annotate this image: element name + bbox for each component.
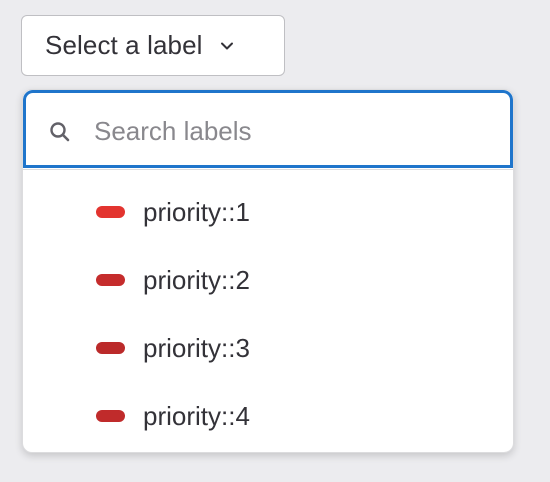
label-name: priority::1 [143, 196, 250, 227]
label-dropdown: priority::1 priority::2 priority::3 prio… [22, 89, 514, 453]
label-color-swatch [96, 274, 125, 286]
label-name: priority::2 [143, 264, 250, 295]
list-item[interactable]: priority::4 [23, 382, 513, 450]
label-name: priority::3 [143, 332, 250, 363]
divider [23, 169, 513, 170]
label-name: priority::4 [143, 400, 250, 431]
search-icon [49, 121, 71, 143]
chevron-down-icon [217, 36, 237, 56]
search-box [23, 90, 513, 168]
list-item[interactable]: priority::2 [23, 246, 513, 314]
select-label-button[interactable]: Select a label [21, 15, 285, 76]
label-list: priority::1 priority::2 priority::3 prio… [23, 178, 513, 450]
list-item[interactable]: priority::1 [23, 178, 513, 246]
select-label-text: Select a label [45, 30, 203, 60]
list-item[interactable]: priority::3 [23, 314, 513, 382]
label-color-swatch [96, 410, 125, 422]
label-color-swatch [96, 206, 125, 218]
label-color-swatch [96, 342, 125, 354]
search-input[interactable] [94, 109, 494, 153]
